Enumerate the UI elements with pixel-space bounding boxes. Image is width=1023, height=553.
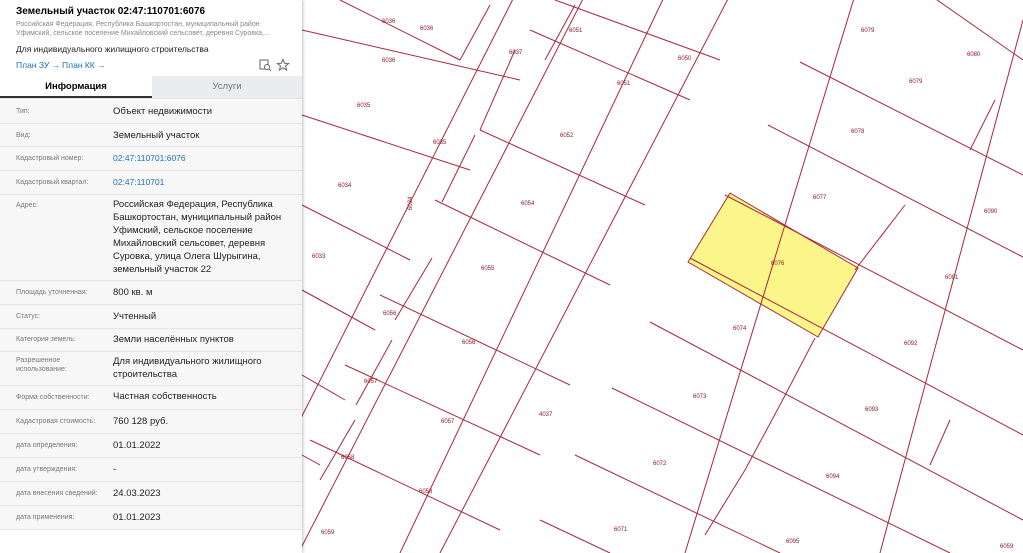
field-row-ownership: Форма собственности: Частная собственнос… — [0, 386, 302, 410]
field-label: Кадастровый номер: — [16, 155, 84, 162]
parcel-address-short: Российская Федерация, Республика Башкорт… — [16, 21, 270, 37]
field-label: дата применения: — [16, 514, 75, 521]
parcel-label-6078: 6078 — [851, 129, 865, 135]
field-row-date-approved: дата утверждения: - — [0, 458, 302, 482]
parcel-label-6036: 6036 — [382, 58, 396, 64]
parcel-label-6036: 6036 — [382, 19, 396, 25]
field-row-date-applied: дата применения: 01.01.2023 — [0, 506, 302, 530]
field-value: Для индивидуального жилищного строительс… — [113, 356, 262, 380]
parcel-label-6036: 6036 — [420, 26, 434, 32]
field-value: Частная собственность — [113, 391, 217, 402]
parcel-label-6037: 6037 — [509, 50, 523, 56]
parcel-label-6076: 6076 — [771, 261, 785, 267]
tab-services[interactable]: Услуги — [152, 76, 302, 98]
parcel-label-6051: 6051 — [569, 28, 583, 34]
parcel-label-6034: 6034 — [408, 196, 414, 210]
parcel-label-6071: 6071 — [614, 527, 628, 533]
field-row-permitted-use: Разрешенное использование: Для индивидуа… — [0, 352, 302, 386]
field-label: дата утверждения: — [16, 466, 78, 473]
plan-zu-link[interactable]: План ЗУ → — [16, 60, 60, 70]
field-value: Российская Федерация, Республика Башкорт… — [113, 199, 282, 275]
map-search-icon[interactable] — [258, 58, 272, 72]
field-row-address: Адрес: Российская Федерация, Республика … — [0, 195, 302, 281]
field-row-cadastral-value: Кадастровая стоимость: 760 128 руб. — [0, 410, 302, 434]
parcel-label-6058: 6058 — [419, 489, 433, 495]
field-label: Форма собственности: — [16, 394, 90, 401]
field-value: Учтенный — [113, 311, 157, 322]
parcel-label-6051: 6051 — [617, 81, 631, 87]
plan-links: План ЗУ → План КК → — [16, 58, 290, 76]
parcel-label-6074: 6074 — [733, 326, 747, 332]
parcel-label-4037: 4037 — [539, 412, 553, 418]
parcel-label-6080: 6080 — [967, 52, 981, 58]
parcel-label-6033: 6033 — [312, 254, 326, 260]
field-value: - — [113, 464, 117, 475]
field-value: 01.01.2023 — [113, 512, 161, 523]
field-value: 760 128 руб. — [113, 416, 169, 427]
field-value: 01.01.2022 — [113, 440, 161, 451]
parcel-label-6091: 6091 — [945, 275, 959, 281]
parcel-label-6077: 6077 — [813, 195, 827, 201]
parcel-label-6079: 6079 — [909, 79, 923, 85]
parcel-label-6072: 6072 — [653, 461, 667, 467]
star-icon[interactable] — [276, 58, 290, 72]
parcel-label-6058: 6058 — [341, 455, 355, 461]
field-row-type: Тип: Объект недвижимости — [0, 100, 302, 124]
parcel-label-6059: 6059 — [1000, 544, 1014, 550]
field-row-status: Статус: Учтенный — [0, 305, 302, 329]
tab-information[interactable]: Информация — [0, 76, 152, 98]
parcel-label-6054: 6054 — [521, 201, 535, 207]
field-row-date-determined: дата определения: 01.01.2022 — [0, 434, 302, 458]
field-label: Тип: — [16, 108, 30, 115]
panel-header: Земельный участок 02:47:110701:6076 Росс… — [0, 0, 302, 76]
parcel-label-6050: 6050 — [678, 56, 692, 62]
field-label: Адрес: — [16, 202, 38, 209]
panel-tabs: Информация Услуги — [0, 76, 302, 99]
field-label: Площадь уточненная: — [16, 289, 88, 296]
parcel-label-6079: 6079 — [861, 28, 875, 34]
parcel-label-6094: 6094 — [826, 474, 840, 480]
field-label: дата внесения сведений: — [16, 490, 98, 497]
parcel-label-6056: 6056 — [383, 311, 397, 317]
field-row-date-entered: дата внесения сведений: 24.03.2023 — [0, 482, 302, 506]
field-value: 800 кв. м — [113, 287, 153, 298]
field-label: Вид: — [16, 132, 31, 139]
parcel-label-6052: 6052 — [560, 133, 574, 139]
field-label: дата определения: — [16, 442, 78, 449]
cadastral-number-link[interactable]: 02:47:110701:6076 — [113, 152, 298, 165]
parcel-label-6092: 6092 — [904, 341, 918, 347]
field-label: Статус: — [16, 313, 41, 320]
parcel-label-6055: 6055 — [481, 266, 495, 272]
field-value: 24.03.2023 — [113, 488, 161, 499]
parcel-label-6093: 6093 — [865, 407, 879, 413]
parcel-purpose: Для индивидуального жилищного строительс… — [16, 44, 209, 54]
parcel-label-6095: 6095 — [786, 539, 800, 545]
field-row-cadastral-quarter: Кадастровый квартал: 02:47:110701 — [0, 171, 302, 195]
field-label: Кадастровая стоимость: — [16, 418, 96, 425]
parcel-label-6059: 6059 — [321, 530, 335, 536]
parcel-label-6057: 6057 — [364, 379, 378, 385]
field-label: Кадастровый квартал: — [16, 179, 89, 186]
parcel-label-6034: 6034 — [338, 183, 352, 189]
parcel-label-6056: 6056 — [462, 340, 476, 346]
field-row-area: Площадь уточненная: 800 кв. м — [0, 281, 302, 305]
field-row-cadastral-number: Кадастровый номер: 02:47:110701:6076 — [0, 147, 302, 171]
parcel-label-6035: 6035 — [433, 140, 447, 146]
field-row-kind: Вид: Земельный участок — [0, 124, 302, 147]
cadastral-quarter-link[interactable]: 02:47:110701 — [113, 176, 298, 189]
parcel-label-6057: 6057 — [441, 419, 455, 425]
plan-kk-link[interactable]: План КК → — [62, 60, 106, 70]
field-value: Земли населённых пунктов — [113, 334, 234, 345]
parcel-label-6035: 6035 — [357, 103, 371, 109]
field-label: Категория земель: — [16, 336, 76, 343]
field-value: Объект недвижимости — [113, 106, 213, 117]
parcel-label-6090: 6090 — [984, 209, 998, 215]
info-panel: Земельный участок 02:47:110701:6076 Росс… — [0, 0, 302, 553]
field-value: Земельный участок — [113, 130, 200, 141]
field-row-land-category: Категория земель: Земли населённых пункт… — [0, 329, 302, 352]
parcel-title: Земельный участок 02:47:110701:6076 — [16, 6, 206, 17]
parcel-label-6073: 6073 — [693, 394, 707, 400]
field-label: Разрешенное использование: — [16, 357, 67, 373]
